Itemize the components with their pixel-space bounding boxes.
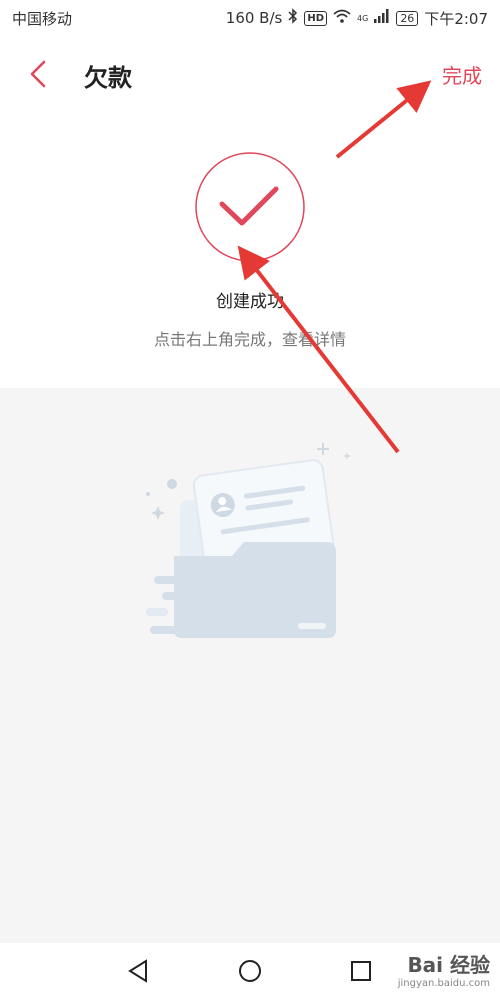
watermark-site: jingyan.baidu.com (397, 978, 490, 989)
success-title: 创建成功 (216, 292, 284, 312)
empty-folder-illustration (140, 440, 360, 650)
watermark: Bai 经验 jingyan.baidu.com (398, 949, 490, 989)
done-button[interactable]: 完成 (442, 60, 482, 89)
bluetooth-icon (288, 8, 298, 28)
check-circle-icon (195, 152, 305, 262)
battery-indicator: 26 (396, 10, 419, 26)
clock: 下午2:07 (424, 9, 488, 28)
page-title: 欠款 (84, 64, 132, 92)
wifi-icon (333, 9, 351, 27)
back-button[interactable] (20, 54, 60, 94)
watermark-brand: Bai 经验 (407, 953, 490, 977)
triangle-back-icon (128, 959, 147, 983)
square-recents-icon (351, 961, 371, 981)
chevron-left-icon (30, 60, 46, 88)
network-type: 4G (357, 13, 369, 23)
success-hint: 点击右上角完成，查看详情 (153, 330, 346, 349)
status-bar: 中国移动 160 B/s HD 4G 26 下午2:07 (0, 0, 500, 36)
carrier-label: 中国移动 (12, 9, 73, 28)
status-right: 160 B/s HD 4G 26 下午2:07 (226, 8, 488, 29)
hd-badge: HD (304, 10, 328, 26)
circle-home-icon (239, 960, 261, 982)
nav-bar: 欠款 完成 (0, 36, 500, 112)
signal-icon (374, 9, 390, 27)
system-nav-bar: Bai 经验 jingyan.baidu.com (0, 943, 500, 1000)
nav-home-button[interactable] (235, 956, 265, 986)
nav-recents-button[interactable] (346, 956, 376, 986)
nav-back-button[interactable] (124, 956, 154, 986)
network-speed: 160 B/s (225, 9, 283, 27)
